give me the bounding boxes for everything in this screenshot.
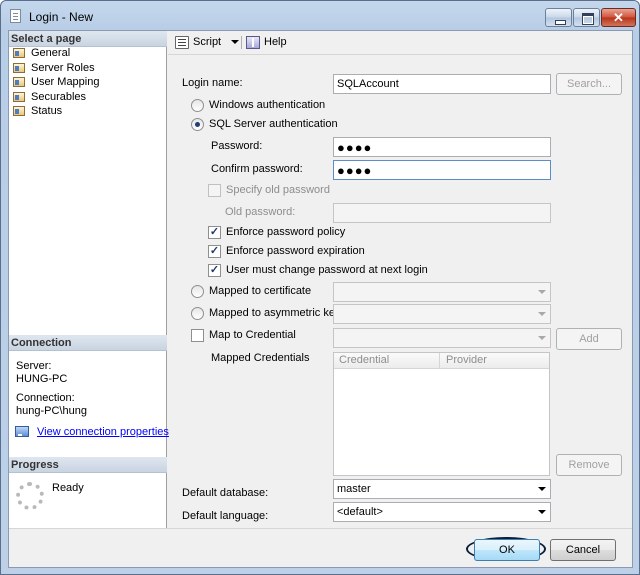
button-bar: OK Cancel [9,528,632,567]
page-item-server-roles[interactable]: Server Roles [9,61,99,76]
sql-auth-radio[interactable] [191,118,204,131]
grid-header: Credential Provider [334,353,549,369]
page-item-label: General [31,47,71,59]
login-name-label: Login name: [182,77,243,89]
password-input[interactable]: ●●●● [333,137,551,157]
help-icon[interactable] [246,36,260,49]
server-value: HUNG-PC [16,373,68,385]
map-credential-label: Map to Credential [209,329,296,341]
password-label: Password: [211,140,263,152]
windows-auth-label: Windows authentication [209,99,326,111]
title-bar: Login - New ✕ [1,1,639,31]
cancel-button[interactable]: Cancel [550,539,616,561]
asymmetric-key-select[interactable] [333,304,551,324]
must-change-checkbox[interactable]: ✓ [208,264,221,277]
page-icon [13,91,25,102]
left-pane: Select a page General Server Roles User … [9,31,169,528]
close-button[interactable]: ✕ [601,8,636,27]
mapped-asymmetric-label: Mapped to asymmetric key [209,307,341,319]
select-page-header: Select a page [9,31,167,47]
page-icon [13,106,25,116]
map-credential-checkbox[interactable] [191,329,204,342]
enforce-expiration-checkbox[interactable]: ✓ [208,245,221,258]
window-title: Login - New [29,10,94,24]
credential-select[interactable] [333,328,551,348]
dialog-content: Select a page General Server Roles User … [8,30,633,568]
old-password-label: Old password: [225,206,296,218]
windows-auth-radio[interactable] [191,99,204,112]
chevron-down-icon [538,312,546,316]
login-new-window: Login - New ✕ Select a page General Serv… [0,0,640,575]
confirm-password-input[interactable]: ●●●● [333,160,551,180]
must-change-label: User must change password at next login [226,264,428,276]
enforce-policy-checkbox[interactable]: ✓ [208,226,221,239]
view-connection-properties-link[interactable]: View connection properties [37,426,169,438]
enforce-policy-label: Enforce password policy [226,226,346,238]
mapped-credentials-grid[interactable]: Credential Provider [333,352,550,476]
page-item-securables[interactable]: Securables [9,90,99,105]
document-icon [10,9,21,23]
toolbar: Script Help [168,31,632,55]
mapped-certificate-label: Mapped to certificate [209,285,312,297]
search-button[interactable]: Search... [556,73,622,95]
chevron-down-icon [538,510,546,514]
page-item-label: User Mapping [31,76,100,88]
connection-header: Connection [9,335,167,351]
chevron-down-icon [538,336,546,340]
chevron-down-icon [538,487,546,491]
old-password-input[interactable] [333,203,551,223]
page-icon [13,62,25,73]
script-icon[interactable] [175,36,189,49]
page-icon [13,48,25,58]
page-item-label: Securables [31,90,87,103]
sql-auth-label: SQL Server authentication [209,118,338,130]
specify-old-password-checkbox[interactable] [208,184,221,197]
page-item-label: Server Roles [31,61,95,74]
help-button[interactable]: Help [264,36,287,48]
connection-value: hung-PC\hung [16,405,87,417]
column-header-provider[interactable]: Provider [446,354,487,366]
column-header-credential[interactable]: Credential [339,354,389,366]
mapped-credentials-label: Mapped Credentials [211,352,310,364]
page-item-general[interactable]: General [9,46,99,61]
chevron-down-icon [538,290,546,294]
default-language-select[interactable]: <default> [333,502,551,522]
script-button[interactable]: Script [193,36,221,48]
close-icon: ✕ [613,10,624,25]
confirm-password-label: Confirm password: [211,163,303,175]
add-button[interactable]: Add [556,328,622,350]
connection-label: Connection: [16,392,75,404]
mapped-asymmetric-radio[interactable] [191,307,204,320]
default-database-value: master [337,483,371,495]
default-language-value: <default> [337,506,383,518]
specify-old-password-label: Specify old password [226,184,330,196]
page-icon [13,77,25,87]
page-list: General Server Roles User Mapping Secura… [9,46,99,119]
default-language-label: Default language: [182,510,269,522]
remove-button[interactable]: Remove [556,454,622,476]
default-database-select[interactable]: master [333,479,551,499]
progress-status: Ready [52,482,84,494]
page-item-user-mapping[interactable]: User Mapping [9,75,99,90]
login-name-input[interactable]: SQLAccount [333,74,551,94]
default-database-label: Default database: [182,487,269,499]
ok-button[interactable]: OK [474,539,540,561]
minimize-button[interactable] [545,8,572,27]
toolbar-separator [241,36,242,49]
properties-icon [15,426,29,437]
script-dropdown-chevron-icon[interactable] [231,40,239,44]
progress-header: Progress [9,457,167,473]
progress-spinner-icon [16,482,44,510]
mapped-certificate-radio[interactable] [191,285,204,298]
certificate-select[interactable] [333,282,551,302]
maximize-button[interactable] [573,8,600,27]
enforce-expiration-label: Enforce password expiration [226,245,365,257]
column-divider[interactable] [439,353,440,369]
page-item-status[interactable]: Status [9,104,99,119]
page-item-label: Status [31,105,63,117]
server-label: Server: [16,360,52,372]
